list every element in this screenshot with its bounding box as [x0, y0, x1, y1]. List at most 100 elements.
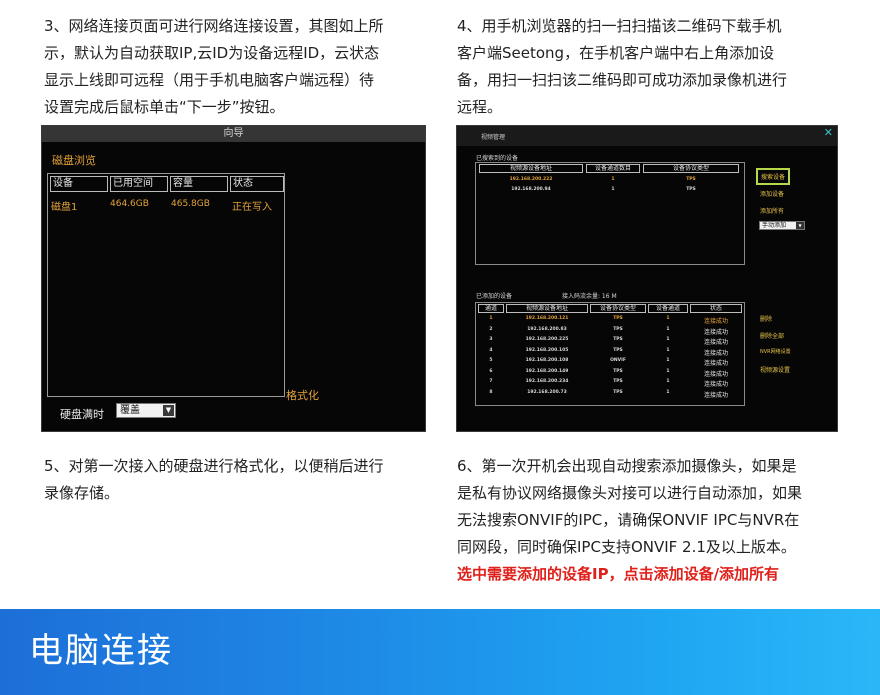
searched-row-address[interactable]: 192.168.200.222 [479, 177, 583, 182]
step6-paragraph: 6、第一次开机会出现自动搜索添加摄像头，如果是 是私有协议网络摄像头对接可以进行… [457, 453, 867, 588]
added-header-status: 状态 [690, 304, 742, 313]
added-row-status: 连接成功 [703, 349, 728, 357]
step6-line: 无法搜索ONVIF的IPC，请确保ONVIF IPC与NVR在 [457, 511, 800, 529]
add-mode-select[interactable]: 手动添加 ▼ [759, 221, 805, 230]
added-row-protocol: TPS [613, 347, 623, 353]
added-row-device-channel: 1 [666, 347, 670, 353]
video-manage-title: 视频管理 [481, 134, 506, 141]
added-row-status: 连接成功 [703, 370, 728, 378]
added-row-channel: 8 [489, 389, 493, 395]
disk-table-header-device: 设备 [50, 176, 108, 192]
disk-table-header-capacity: 容量 [170, 176, 228, 192]
added-row-status: 连接成功 [703, 318, 728, 325]
added-row-protocol: TPS [613, 389, 623, 395]
added-header-channel: 通道 [478, 304, 504, 313]
added-row-channel: 6 [489, 368, 493, 374]
searched-header-channels: 设备通道数目 [586, 164, 640, 173]
added-row-protocol: TPS [613, 379, 623, 384]
searched-row-protocol: TPS [686, 177, 696, 182]
added-row-device-channel: 1 [666, 379, 670, 384]
added-devices-label: 已添加的设备 [476, 293, 513, 300]
added-row-protocol: TPS [613, 316, 623, 321]
video-source-settings-button[interactable]: 视频源设置 [760, 365, 790, 374]
added-row-channel: 2 [489, 326, 493, 332]
close-icon[interactable]: ✕ [824, 126, 833, 139]
added-header-protocol: 设备协议类型 [590, 304, 646, 313]
added-row-address[interactable]: 192.168.200.83 [506, 327, 588, 332]
added-row-status: 连接成功 [703, 328, 728, 336]
add-device-button[interactable]: 添加设备 [760, 189, 784, 198]
added-row-address[interactable]: 192.168.200.149 [506, 369, 588, 374]
chevron-down-icon: ▼ [796, 222, 804, 229]
add-all-button[interactable]: 添加所有 [760, 206, 784, 215]
searched-devices-label: 已搜索到的设备 [476, 155, 519, 162]
disk-status: 正在写入 [232, 202, 272, 213]
format-button[interactable]: 格式化 [286, 387, 319, 403]
step6-line: 是私有协议网络摄像头对接可以进行自动添加，如果 [457, 484, 803, 502]
banner-title: 电脑连接 [29, 631, 173, 671]
disk-full-select[interactable]: 覆盖 ▼ [116, 403, 176, 418]
step5-line: 5、对第一次接入的硬盘进行格式化，以便稍后进行 [44, 457, 384, 475]
added-row-address[interactable]: 192.168.200.121 [506, 316, 588, 321]
step3-line: 示，默认为自动获取IP,云ID为设备远程ID，云状态 [44, 44, 380, 62]
wizard-disk-screenshot: 向导 磁盘浏览 设备 已用空间 容量 状态 磁盘1 464.6GB 465.8G… [41, 125, 426, 432]
added-row-channel: 4 [489, 347, 493, 353]
disk-capacity: 465.8GB [171, 199, 210, 209]
disk-full-label: 硬盘满时 [60, 408, 104, 421]
step4-line: 客户端Seetong，在手机客户端中右上角添加设 [457, 44, 775, 62]
added-row-address[interactable]: 192.168.200.73 [506, 390, 588, 395]
disk-full-select-value: 覆盖 [120, 405, 140, 416]
added-header-address: 视频源设备地址 [506, 304, 588, 313]
searched-devices-table: 视频源设备地址 设备通道数目 设备协议类型 192.168.200.222 1 … [475, 162, 745, 265]
delete-button[interactable]: 删除 [760, 314, 772, 323]
added-row-channel: 5 [489, 358, 493, 363]
step6-line: 6、第一次开机会出现自动搜索添加摄像头，如果是 [457, 457, 797, 475]
step4-line: 4、用手机浏览器的扫一扫扫描该二维码下载手机 [457, 17, 782, 35]
delete-all-button[interactable]: 删除全部 [760, 331, 784, 340]
step4-line: 远程。 [457, 98, 503, 116]
video-manage-screenshot: 视频管理 ✕ 已搜索到的设备 视频源设备地址 设备通道数目 设备协议类型 192… [456, 125, 838, 432]
added-row-channel: 7 [489, 379, 493, 384]
searched-header-protocol: 设备协议类型 [643, 164, 739, 173]
disk-browse-section-title: 磁盘浏览 [52, 154, 96, 167]
added-row-protocol: TPS [613, 337, 623, 342]
added-row-address[interactable]: 192.168.200.105 [506, 348, 588, 353]
searched-header-address: 视频源设备地址 [479, 164, 583, 173]
added-row-protocol: TPS [613, 368, 623, 374]
added-row-status: 连接成功 [703, 360, 728, 367]
step3-line: 3、网络连接页面可进行网络连接设置，其图如上所 [44, 17, 384, 35]
added-row-device-channel: 1 [666, 337, 670, 342]
added-row-channel: 3 [489, 337, 493, 342]
added-row-status: 连接成功 [703, 339, 728, 346]
added-devices-table: 通道 视频源设备地址 设备协议类型 设备通道 状态 1 192.168.200.1… [475, 302, 745, 406]
step5-paragraph: 5、对第一次接入的硬盘进行格式化，以便稍后进行 录像存储。 [44, 453, 444, 507]
added-row-address[interactable]: 192.168.200.234 [506, 379, 588, 384]
step4-paragraph: 4、用手机浏览器的扫一扫扫描该二维码下载手机 客户端Seetong，在手机客户端… [457, 13, 857, 121]
nvr-network-settings-button[interactable]: NVR网络设置 [760, 348, 791, 355]
added-row-address[interactable]: 192.168.200.225 [506, 337, 588, 342]
step4-line: 备，用扫一扫扫该二维码即可成功添加录像机进行 [457, 71, 788, 89]
searched-row-channels: 1 [611, 177, 615, 182]
searched-row-address[interactable]: 192.168.200.94 [479, 187, 583, 192]
disk-used-space: 464.6GB [110, 199, 149, 209]
bandwidth-remaining: 接入码流余量: 16 M [562, 293, 617, 300]
disk-table-header-used: 已用空间 [110, 176, 168, 192]
added-header-device-channel: 设备通道 [648, 304, 688, 313]
add-mode-value: 手动添加 [762, 222, 787, 229]
added-row-status: 连接成功 [703, 381, 728, 388]
added-row-device-channel: 1 [666, 326, 670, 332]
added-row-device-channel: 1 [666, 368, 670, 374]
disk-name[interactable]: 磁盘1 [51, 198, 77, 213]
chevron-down-icon: ▼ [163, 405, 174, 416]
video-manage-header [457, 126, 837, 146]
added-row-device-channel: 1 [666, 358, 670, 363]
step6-highlight: 选中需要添加的设备IP，点击添加设备/添加所有 [457, 565, 780, 583]
section-banner: 电脑连接 [0, 609, 880, 695]
added-row-status: 连接成功 [703, 391, 728, 399]
step5-line: 录像存储。 [44, 484, 120, 502]
added-row-protocol: ONVIF [610, 358, 626, 363]
search-devices-button[interactable]: 搜索设备 [756, 168, 791, 185]
wizard-title: 向导 [42, 126, 425, 142]
added-row-address[interactable]: 192.168.200.108 [506, 358, 588, 363]
added-row-channel: 1 [489, 316, 493, 321]
